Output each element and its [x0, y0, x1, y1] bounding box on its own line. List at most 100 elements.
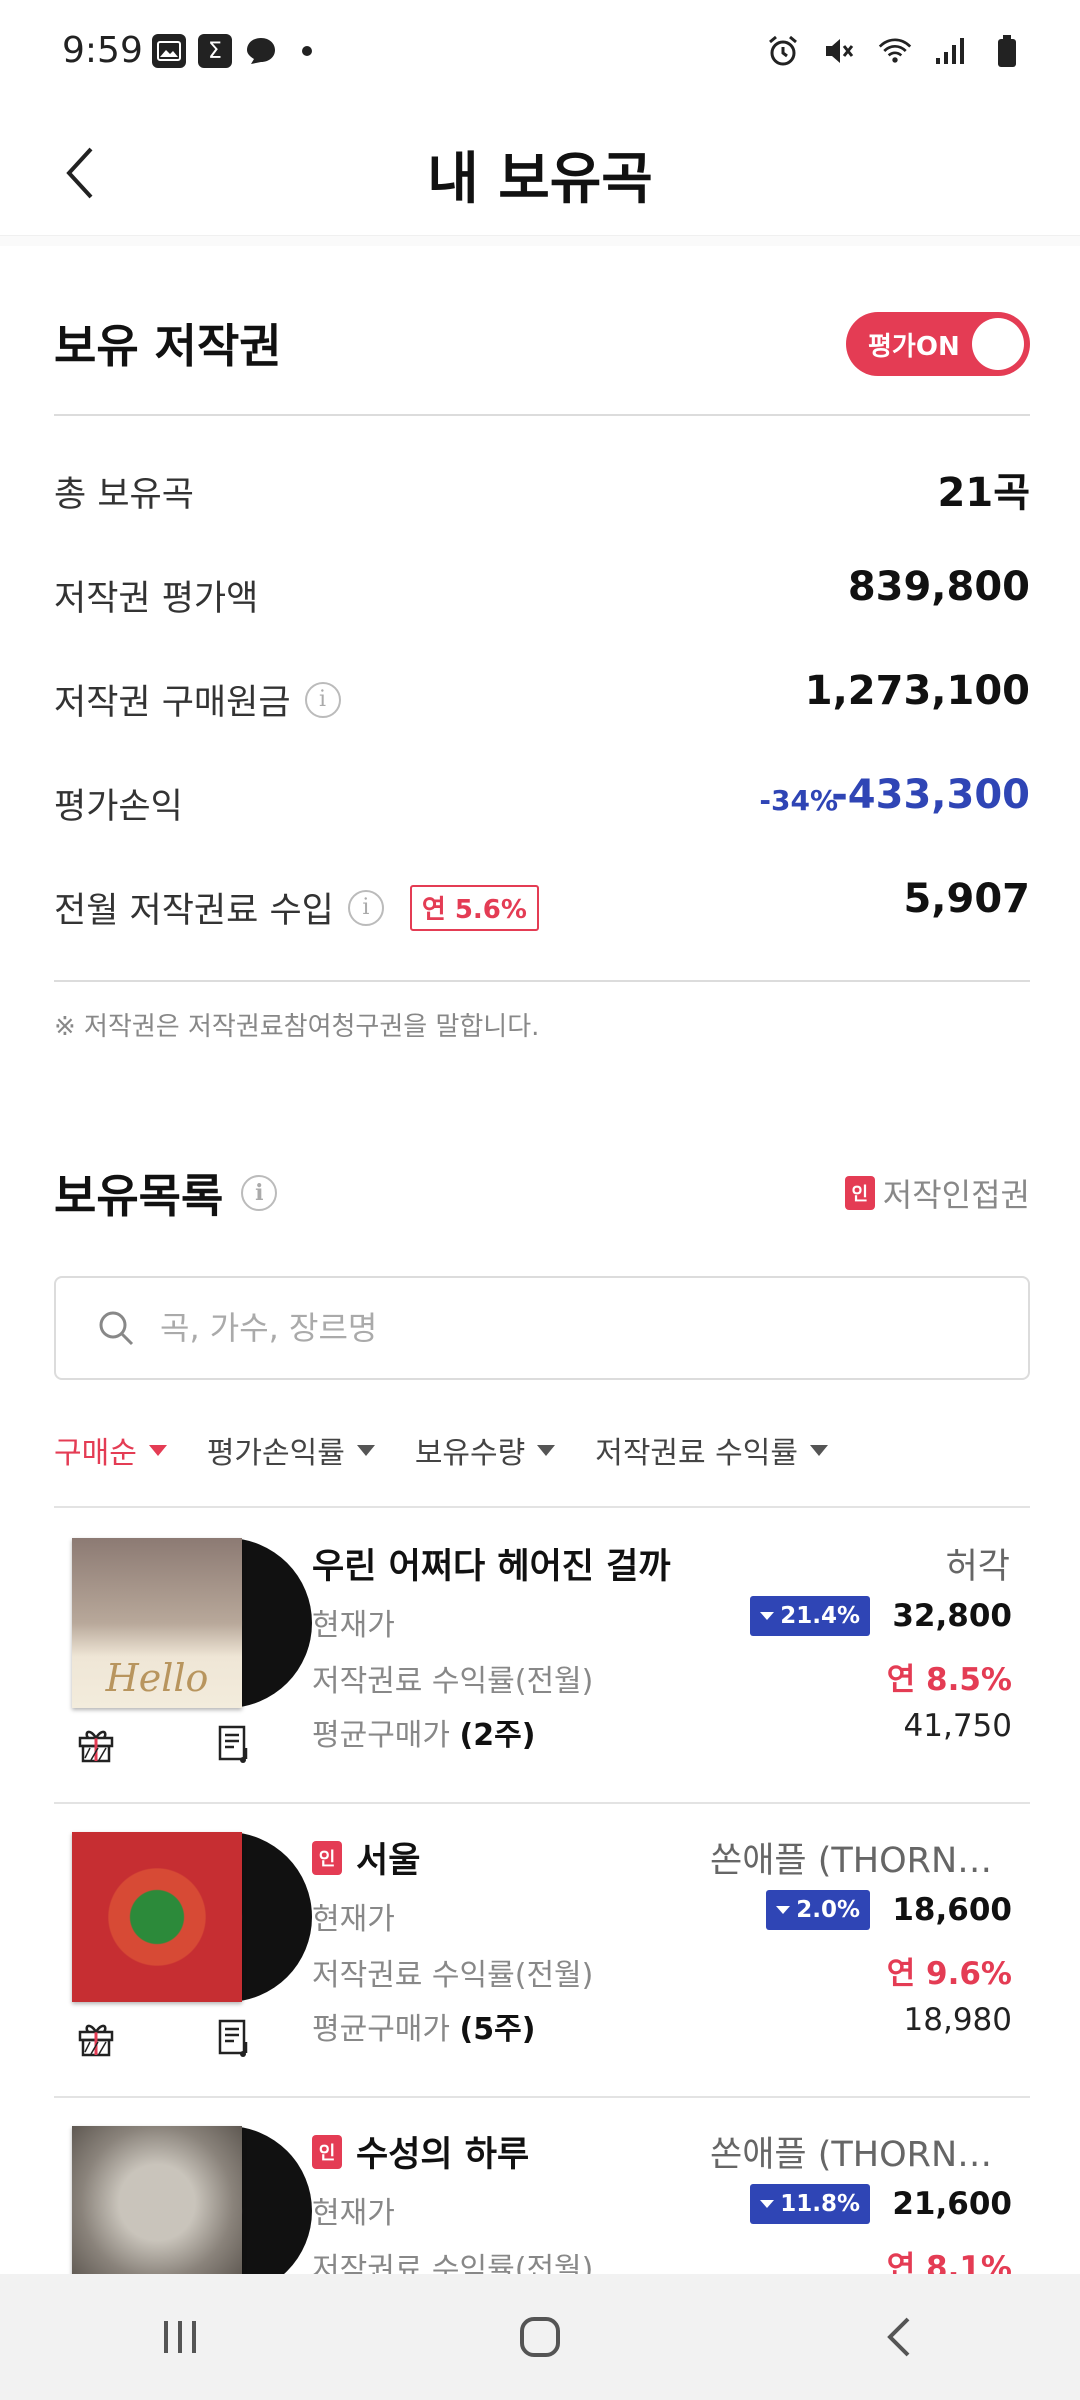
holdings-title-text: 보유목록 — [54, 1169, 224, 1223]
royalty-income-value: 5,907 — [903, 876, 1030, 922]
album-cover: Hello — [72, 1538, 242, 1708]
music-sheet-icon[interactable] — [216, 1724, 256, 1764]
current-price-line: 현재가 11.8% 21,600 — [312, 2184, 1012, 2231]
purchase-principal-row: 저작권 구매원금 i 1,273,100 — [54, 666, 1030, 726]
song-title: 우린 어쩌다 헤어진 걸까 — [312, 1547, 671, 1587]
notification-dot-icon — [302, 46, 312, 56]
neighbor-right-badge: 인 — [312, 2134, 342, 2169]
royalty-income-label: 전월 저작권료 수입 — [54, 891, 334, 931]
gallery-icon — [152, 34, 186, 68]
toggle-label: 평가ON — [868, 331, 960, 362]
toggle-knob — [972, 318, 1024, 370]
system-nav-bar — [0, 2274, 1080, 2400]
cover-text: Hello — [105, 1656, 209, 1700]
recent-apps-button[interactable] — [140, 2297, 220, 2377]
caret-down-icon — [356, 1444, 375, 1456]
info-icon[interactable]: i — [347, 889, 384, 926]
music-sheet-icon[interactable] — [216, 2018, 256, 2058]
sort-royalty-yield[interactable]: 저작권료 수익률 — [595, 1428, 828, 1472]
neighbor-right-badge: 인 — [844, 1176, 875, 1210]
current-price: 18,600 — [892, 1892, 1012, 1928]
song-row[interactable]: Hello 우린 어쩌다 헤어진 걸까 허각 현재가 21.4% 32,800 … — [54, 1508, 1030, 1802]
royalty-income-row: 전월 저작권료 수입 i 연 5.6% 5,907 — [54, 874, 1030, 934]
eval-pl-row: 평가손익 -34% -433,300 — [54, 770, 1030, 830]
avg-price-line: 평균구매가 (2주) 41,750 — [312, 1708, 1012, 1753]
search-icon — [99, 1311, 134, 1346]
song-row[interactable]: 인 서울 쏜애플 (THORNAPPLE) 현재가 2.0% 18,600 저작… — [54, 1802, 1030, 2096]
system-back-button[interactable] — [860, 2297, 940, 2377]
song-title: 인 수성의 하루 — [312, 2126, 529, 2177]
eval-pl-label: 평가손익 — [54, 787, 183, 827]
info-icon[interactable]: i — [304, 681, 341, 718]
status-time: 9:59 — [62, 30, 143, 71]
search-input[interactable] — [160, 1309, 960, 1347]
total-songs-row: 총 보유곡 21곡 — [54, 458, 1030, 518]
royalty-yield: 연 9.6% — [886, 1956, 1012, 1992]
battery-icon — [990, 34, 1024, 68]
caret-down-icon — [809, 1444, 828, 1456]
evaluation-toggle[interactable]: 평가ON — [846, 312, 1030, 376]
current-price: 32,800 — [892, 1598, 1012, 1634]
sort-eval-pl-rate[interactable]: 평가손익률 — [207, 1428, 375, 1472]
song-row[interactable]: 인 수성의 하루 쏜애플 (THORNAPPLE) 현재가 11.8% 21,6… — [54, 2096, 1030, 2274]
royalty-yield-line: 저작권료 수익률(전월) 연 8.1% — [312, 2240, 1012, 2274]
avg-price-line: 평균구매가 (5주) 18,980 — [312, 2002, 1012, 2047]
home-icon — [520, 2317, 560, 2357]
change-badge: 21.4% — [750, 1596, 870, 1636]
sort-bar: 구매순 평가손익률 보유수량 저작권료 수익률 — [54, 1428, 828, 1472]
gift-icon[interactable] — [76, 1724, 116, 1764]
current-price: 21,600 — [892, 2186, 1012, 2222]
total-songs-value: 21곡 — [937, 470, 1030, 516]
wifi-icon — [878, 34, 912, 68]
alarm-icon — [766, 34, 800, 68]
down-triangle-icon — [776, 1906, 791, 1914]
change-badge: 2.0% — [766, 1890, 870, 1930]
album-art — [72, 2126, 312, 2274]
page-title: 내 보유곡 — [427, 147, 653, 212]
royalty-yield-line: 저작권료 수익률(전월) 연 9.6% — [312, 1946, 1012, 1993]
album-art: Hello — [72, 1538, 312, 1708]
caret-down-icon — [148, 1444, 167, 1456]
caret-down-icon — [537, 1444, 556, 1456]
sort-purchase-order[interactable]: 구매순 — [54, 1428, 167, 1472]
eval-amount-row: 저작권 평가액 839,800 — [54, 562, 1030, 622]
divider — [54, 980, 1030, 982]
down-triangle-icon — [760, 2200, 775, 2208]
footnote: ※ 저작권은 저작권료참여청구권을 말합니다. — [54, 1012, 540, 1042]
neighbor-right-legend: 인 저작인접권 — [844, 1170, 1030, 1216]
total-songs-label: 총 보유곡 — [54, 475, 194, 515]
album-cover — [72, 1832, 242, 2002]
yield-badge: 연 5.6% — [409, 884, 539, 931]
gift-icon[interactable] — [76, 2018, 116, 2058]
avg-price: 18,980 — [903, 2002, 1012, 2038]
album-art — [72, 1832, 312, 2002]
signal-icon — [934, 34, 968, 68]
change-badge: 11.8% — [750, 2184, 870, 2224]
purchase-principal-label: 저작권 구매원금 — [54, 683, 291, 723]
avg-price: 41,750 — [903, 1708, 1012, 1744]
sigma-icon: Σ — [198, 34, 232, 68]
album-cover — [72, 2126, 242, 2274]
mute-icon — [822, 34, 856, 68]
eval-pl-percent: -34% — [759, 784, 838, 817]
search-box[interactable] — [54, 1276, 1030, 1380]
current-price-line: 현재가 2.0% 18,600 — [312, 1890, 1012, 1937]
section-divider — [0, 236, 1080, 246]
eval-amount-value: 839,800 — [847, 564, 1030, 610]
song-artist: 쏜애플 (THORNAPPLE) — [710, 2135, 1010, 2175]
divider — [54, 414, 1030, 416]
home-button[interactable] — [500, 2297, 580, 2377]
chat-bubble-icon — [244, 34, 278, 68]
song-artist: 쏜애플 (THORNAPPLE) — [710, 1841, 1010, 1881]
info-icon[interactable]: i — [241, 1175, 278, 1211]
back-icon — [887, 2317, 910, 2357]
legend-label: 저작인접권 — [882, 1176, 1030, 1214]
sort-quantity[interactable]: 보유수량 — [415, 1428, 556, 1472]
royalty-yield: 연 8.5% — [886, 1662, 1012, 1698]
royalty-yield-line: 저작권료 수익률(전월) 연 8.5% — [312, 1652, 1012, 1699]
purchase-principal-value: 1,273,100 — [804, 668, 1030, 714]
summary-title: 보유 저작권 — [54, 319, 282, 373]
neighbor-right-badge: 인 — [312, 1840, 342, 1875]
eval-amount-label: 저작권 평가액 — [54, 579, 259, 619]
current-price-line: 현재가 21.4% 32,800 — [312, 1596, 1012, 1643]
